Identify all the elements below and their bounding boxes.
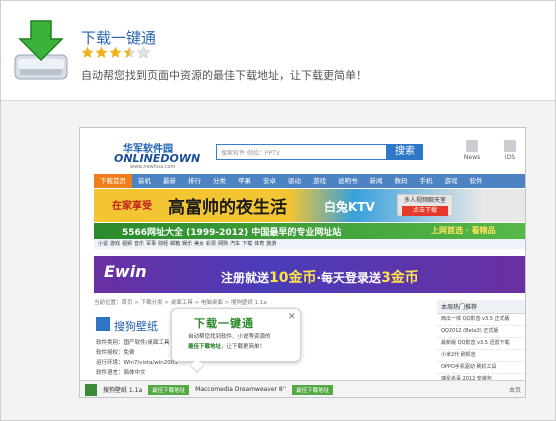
banner2-text: 5566网址大全 (1999-2012) 中国最早的专业网址站 xyxy=(122,228,342,238)
popup-line2: 最佳下载地址，让下载更简单！ xyxy=(188,344,266,350)
download-bar: 搜狗壁纸 1.1a 最佳下载地址 Maccomedia Dreamweaver … xyxy=(80,380,525,397)
popup-title: 下载一键通 xyxy=(194,317,254,330)
nav-item: 新闻 xyxy=(369,177,383,185)
app-description: 自动帮您找到页面中资源的最佳下载地址，让下载更简单！ xyxy=(81,69,367,82)
list-item: 西瓜一体 QQ影音 v3.5 正式版 xyxy=(437,314,525,326)
url-banner: 5566网址大全 (1999-2012) 中国最早的专业网址站 上网首选 · 看… xyxy=(94,223,525,239)
nav-item: 手机 xyxy=(419,177,433,185)
nav-item: 安卓 xyxy=(263,177,276,185)
site-nav: 下载首页 装机 最新 排行 分类 苹果 安卓 驱动 游戏 说明书 新闻 数码 手… xyxy=(94,174,525,188)
link-item: 汽车 xyxy=(230,241,241,247)
link-item: 旅游 xyxy=(266,241,277,247)
link-item: 下载 xyxy=(242,241,253,247)
software-meta: 软件类别：国产软件/桌面工具 软件授权：免费 运行环境：Win7/vista/w… xyxy=(96,340,178,376)
nav-item: 排行 xyxy=(188,177,201,185)
link-item: 娱乐 xyxy=(182,241,193,247)
list-item: 最新版 QQ影音 v3.5 迅雷下载 xyxy=(437,338,525,350)
star-icon xyxy=(109,46,122,58)
hot-list: 本周热门推荐 西瓜一体 QQ影音 v3.5 正式版 QQ2012 (Beta3)… xyxy=(437,300,525,386)
bar-more-text: 本页 xyxy=(508,387,521,394)
nav-item: 游戏 xyxy=(313,177,326,185)
site-search-input: 搜索软件 例如：PPTV xyxy=(216,144,387,160)
nav-item: 分类 xyxy=(213,177,226,185)
site-header: 华军软件园 ONLINEDOWN www.newhua.com 搜索软件 例如：… xyxy=(80,128,525,172)
link-item: 视频 xyxy=(122,241,133,247)
banner-left-text: 在家享受 xyxy=(112,201,152,212)
app-detail-page: 下载一键通 自动帮您找到页面中资源的最佳下载地址，让下载更简单！ 华军软件园 O… xyxy=(0,0,556,421)
site-top-icons: News iOS xyxy=(463,140,519,161)
link-item: 音乐 xyxy=(134,241,145,247)
preview-screenshot[interactable]: 华军软件园 ONLINEDOWN www.newhua.com 搜索软件 例如：… xyxy=(79,127,526,398)
app-header: 下载一键通 自动帮您找到页面中资源的最佳下载地址，让下载更简单！ xyxy=(1,1,555,101)
link-item: 小说 xyxy=(98,241,109,247)
link-item: 美女 xyxy=(194,241,205,247)
link-item: 军事 xyxy=(146,241,157,247)
nav-item: 最新 xyxy=(163,177,176,185)
best-download-button: 最佳下载地址 xyxy=(292,384,334,395)
link-bar: 小说 游戏 视频 音乐 军事 财经 邮箱 娱乐 美女 彩票 网购 汽车 下载 体… xyxy=(94,239,525,249)
close-icon: ✕ xyxy=(288,312,296,322)
plugin-popup: 下载一键通 ✕ 自动帮您找到软件、小说等资源的 最佳下载地址，让下载更简单！ xyxy=(171,308,301,374)
link-item: 邮箱 xyxy=(170,241,181,247)
popup-line1: 自动帮您找到软件、小说等资源的 xyxy=(188,334,271,340)
banner-main-text: 高富帅的夜生活 xyxy=(168,198,287,218)
banner3-text: 注册就送10金币·每天登录送3金币 xyxy=(221,270,419,286)
nav-item: 说明书 xyxy=(338,177,358,185)
software-title: 搜狗壁纸 xyxy=(114,320,158,333)
link-item: 游戏 xyxy=(110,241,121,247)
search-placeholder: 搜索软件 例如：PPTV xyxy=(221,150,280,157)
news-icon: News xyxy=(463,140,481,161)
ios-icon: iOS xyxy=(501,140,519,161)
site-search-button: 搜索 xyxy=(387,144,423,160)
list-item: OPPO手机驱动 刷机工具 xyxy=(437,362,525,374)
software-thumbnail xyxy=(96,317,110,331)
app-title[interactable]: 下载一键通 xyxy=(81,27,156,48)
download-item-name: 搜狗壁纸 1.1a xyxy=(103,387,143,394)
nav-item: 游戏 xyxy=(444,177,458,185)
nav-item: 驱动 xyxy=(288,177,301,185)
site-logo-url: www.newhua.com xyxy=(130,164,176,170)
link-item: 彩票 xyxy=(206,241,217,247)
nav-item: 装机 xyxy=(138,177,151,185)
link-item: 财经 xyxy=(158,241,169,247)
download-app-icon xyxy=(12,17,70,83)
empty-star-icon xyxy=(137,46,150,59)
download-icon xyxy=(85,383,97,396)
star-icon xyxy=(95,46,108,58)
coin-banner: Ewin 注册就送10金币·每天登录送3金币 xyxy=(94,256,525,293)
list-item: QQ2012 (Beta3) 正式版 xyxy=(437,326,525,338)
banner-download-button: 多人视频聊天室 点击下载 xyxy=(397,194,453,216)
banner2-right: 上网首选 · 看精品 xyxy=(431,226,496,235)
half-star-icon xyxy=(123,46,136,58)
download-item-name: Maccomedia Dreamweaver 8'' xyxy=(195,386,287,393)
list-item: 小米2代 刷机包 xyxy=(437,350,525,362)
nav-item: 苹果 xyxy=(238,177,251,185)
link-item: 体育 xyxy=(254,241,265,247)
nav-item: 数码 xyxy=(394,177,408,185)
banner3-logo: Ewin xyxy=(104,262,147,281)
nav-item: 软件 xyxy=(469,177,483,185)
rating-stars xyxy=(81,46,150,60)
banner-brand: 白兔KTV xyxy=(324,200,375,214)
hot-list-title: 本周热门推荐 xyxy=(437,300,525,314)
best-download-button: 最佳下载地址 xyxy=(148,384,190,395)
breadcrumb: 当前位置：首页 > 下载分类 > 桌面工具 > 电脑桌面 > 搜狗壁纸 1.1a xyxy=(94,300,267,306)
star-icon xyxy=(81,46,94,58)
ktv-banner: 在家享受 高富帅的夜生活 白兔KTV 多人视频聊天室 点击下载 xyxy=(94,189,525,222)
nav-item: 下载首页 xyxy=(94,174,132,188)
link-item: 网购 xyxy=(218,241,229,247)
